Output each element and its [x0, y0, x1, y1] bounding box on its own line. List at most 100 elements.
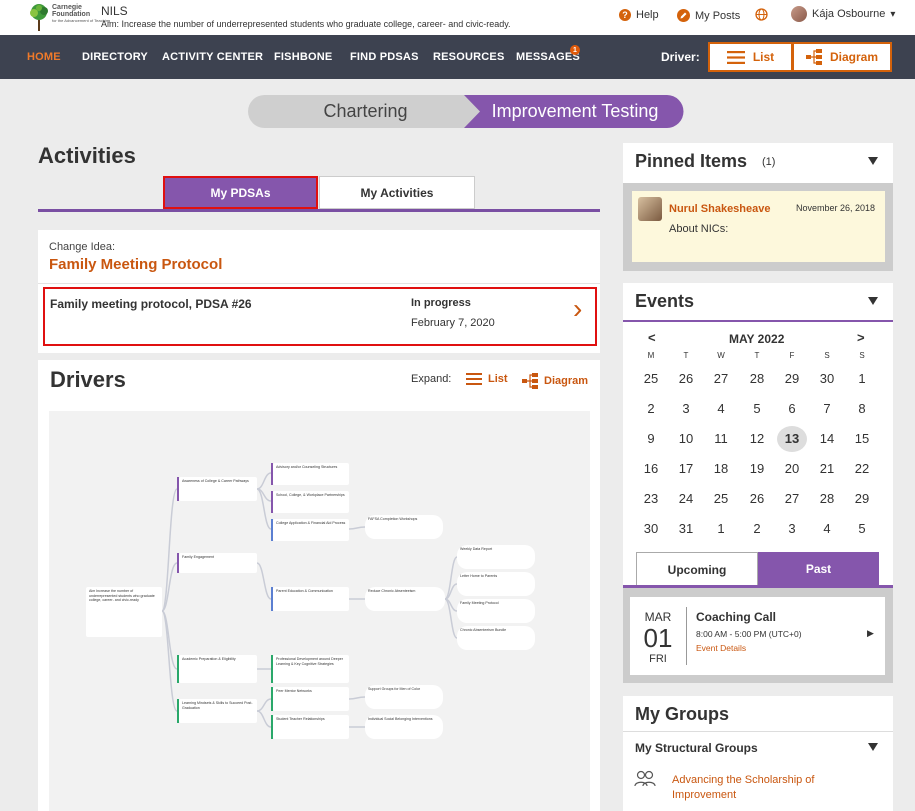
calendar-day[interactable]: 17 [671, 461, 701, 476]
tab-upcoming[interactable]: Upcoming [636, 552, 758, 586]
driver-diagram-canvas[interactable]: Aim Increase the number of underrepresen… [49, 411, 590, 811]
calendar-day[interactable]: 4 [706, 401, 736, 416]
change-idea-title[interactable]: Family Meeting Protocol [49, 256, 222, 273]
tertiary-driver-node[interactable]: Individual Social Belonging Intervention… [365, 715, 443, 739]
calendar-day[interactable]: 18 [706, 461, 736, 476]
calendar-day[interactable]: 31 [671, 521, 701, 536]
help-link[interactable]: ? Help [619, 9, 659, 21]
calendar-day[interactable]: 5 [847, 521, 877, 536]
secondary-driver-node[interactable]: Student Teacher Relationships [273, 715, 349, 739]
phase-improvement-testing[interactable]: Improvement Testing [480, 95, 670, 128]
pinned-collapse-icon[interactable] [868, 157, 878, 165]
calendar-day[interactable]: 4 [812, 521, 842, 536]
calendar-day[interactable]: 5 [742, 401, 772, 416]
calendar-day[interactable]: 23 [636, 491, 666, 506]
driver-diagram-button[interactable]: Diagram [792, 42, 892, 72]
nav-fishbone[interactable]: FISHBONE [274, 51, 332, 63]
calendar-day[interactable]: 1 [706, 521, 736, 536]
tabs-underline [38, 209, 600, 212]
secondary-driver-node[interactable]: Advisory and/or Counseling Structures [273, 463, 349, 485]
calendar-day[interactable]: 26 [742, 491, 772, 506]
secondary-driver-node[interactable]: College Application & Financial Aid Proc… [273, 519, 349, 541]
structural-groups-collapse-icon[interactable] [868, 743, 878, 751]
phase-chartering[interactable]: Chartering [248, 95, 483, 128]
driver-list-button[interactable]: List [708, 42, 793, 72]
change-idea-node[interactable]: Chronic Absenteeism Bundle [457, 626, 535, 650]
my-posts-link[interactable]: My Posts [677, 9, 740, 22]
calendar-prev-button[interactable]: < [648, 330, 656, 345]
expand-list-link[interactable]: List [466, 373, 508, 385]
calendar-day[interactable]: 27 [777, 491, 807, 506]
calendar-day[interactable]: 25 [706, 491, 736, 506]
tertiary-driver-node[interactable]: Support Groups for Men of Color [365, 685, 443, 709]
tab-my-activities[interactable]: My Activities [319, 176, 475, 209]
calendar-day[interactable]: 10 [671, 431, 701, 446]
calendar-day[interactable]: 30 [636, 521, 666, 536]
calendar-day[interactable]: 7 [812, 401, 842, 416]
calendar-day[interactable]: 3 [777, 521, 807, 536]
calendar-day[interactable]: 27 [706, 371, 736, 386]
calendar-day[interactable]: 30 [812, 371, 842, 386]
calendar-day[interactable]: 25 [636, 371, 666, 386]
calendar-day[interactable]: 16 [636, 461, 666, 476]
pinned-author[interactable]: Nurul Shakesheave [669, 203, 771, 215]
calendar-day[interactable]: 2 [636, 401, 666, 416]
calendar-day[interactable]: 20 [777, 461, 807, 476]
calendar-day[interactable]: 6 [777, 401, 807, 416]
calendar-day[interactable]: 22 [847, 461, 877, 476]
secondary-driver-node[interactable]: School, College, & Workplace Partnership… [273, 491, 349, 513]
calendar-next-button[interactable]: > [857, 330, 865, 345]
event-item[interactable]: MAR 01 FRI Coaching Call 8:00 AM - 5:00 … [630, 597, 885, 675]
secondary-driver-node[interactable]: Professional Development around Deeper L… [273, 655, 349, 683]
tab-past[interactable]: Past [758, 552, 879, 586]
calendar-day[interactable]: 3 [671, 401, 701, 416]
calendar-day[interactable]: 28 [812, 491, 842, 506]
event-details-link[interactable]: Event Details [696, 643, 746, 653]
calendar-day[interactable]: 12 [742, 431, 772, 446]
calendar-day[interactable]: 24 [671, 491, 701, 506]
calendar-day[interactable]: 9 [636, 431, 666, 446]
calendar-day[interactable]: 2 [742, 521, 772, 536]
primary-driver-node[interactable]: Family Engagement [179, 553, 257, 573]
expand-diagram-link[interactable]: Diagram [522, 373, 588, 389]
pencil-icon [677, 9, 690, 22]
secondary-driver-node[interactable]: Parent Education & Communication [273, 587, 349, 611]
play-icon[interactable]: ▶ [867, 628, 874, 639]
structural-groups-heading[interactable]: My Structural Groups [635, 741, 758, 755]
nav-resources[interactable]: RESOURCES [433, 51, 504, 63]
pinned-item[interactable]: Nurul Shakesheave November 26, 2018 Abou… [632, 191, 885, 262]
change-idea-node[interactable]: Weekly Data Report [457, 545, 535, 569]
calendar-day[interactable]: 11 [706, 431, 736, 446]
calendar-day[interactable]: 1 [847, 371, 877, 386]
nav-activity-center[interactable]: ACTIVITY CENTER [162, 51, 263, 63]
calendar-day[interactable]: 29 [847, 491, 877, 506]
calendar-day[interactable]: 21 [812, 461, 842, 476]
aim-node[interactable]: Aim Increase the number of underrepresen… [86, 587, 162, 637]
change-idea-node[interactable]: Letter Home to Parents [457, 572, 535, 596]
calendar-day[interactable]: 29 [777, 371, 807, 386]
nav-find-pdsas[interactable]: FIND PDSAS [350, 51, 419, 63]
diagram-icon [805, 49, 822, 65]
change-idea-node[interactable]: Family Meeting Protocol [457, 599, 535, 623]
primary-driver-node[interactable]: Awareness of College & Career Pathways [179, 477, 257, 501]
secondary-driver-node[interactable]: Peer Mentor Networks [273, 687, 349, 711]
user-menu[interactable]: Kája Osbourne ▾ [791, 6, 895, 22]
calendar-day[interactable]: 8 [847, 401, 877, 416]
events-collapse-icon[interactable] [868, 297, 878, 305]
tertiary-driver-node[interactable]: FAFSA Completion Workshops [365, 515, 443, 539]
tab-my-pdsas[interactable]: My PDSAs [163, 176, 318, 209]
calendar-day[interactable]: 15 [847, 431, 877, 446]
tertiary-driver-node[interactable]: Reduce Chronic Absenteeism [365, 587, 445, 611]
calendar-day-today[interactable]: 13 [777, 426, 807, 452]
primary-driver-node[interactable]: Learning Mindsets & Skills to Succeed Po… [179, 699, 257, 723]
calendar-day[interactable]: 14 [812, 431, 842, 446]
nav-home[interactable]: HOME [27, 51, 61, 63]
group-link[interactable]: Advancing the Scholarship of Improvement [672, 773, 842, 803]
calendar-day[interactable]: 28 [742, 371, 772, 386]
calendar-day[interactable]: 19 [742, 461, 772, 476]
globe-icon[interactable] [755, 8, 768, 21]
calendar-day[interactable]: 26 [671, 371, 701, 386]
primary-driver-node[interactable]: Academic Preparation & Eligibility [179, 655, 257, 683]
nav-directory[interactable]: DIRECTORY [82, 51, 148, 63]
pdsa-row[interactable]: Family meeting protocol, PDSA #26 In pro… [43, 287, 597, 346]
